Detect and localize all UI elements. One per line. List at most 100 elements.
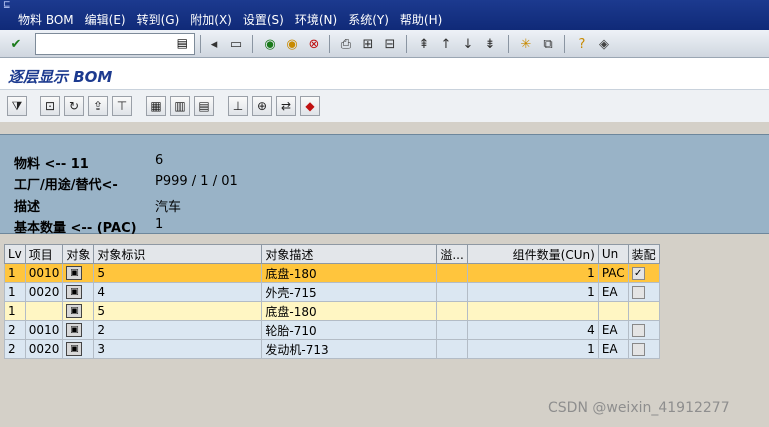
column-header-object-desc[interactable]: 对象描述: [261, 244, 438, 264]
column-header-unit[interactable]: Un: [597, 244, 629, 264]
help-icon[interactable]: ?: [572, 34, 592, 54]
table-row[interactable]: 1 ▣ 5 底盘-180: [4, 301, 660, 321]
exit-icon[interactable]: ◉: [282, 34, 302, 54]
base-quantity-value: 1: [155, 217, 164, 232]
navigate-icon[interactable]: ⇄: [276, 96, 296, 116]
cell-unit: [597, 301, 629, 321]
material-object-icon[interactable]: ▣: [66, 304, 83, 319]
choose-icon[interactable]: ⊡: [40, 96, 60, 116]
save-icon[interactable]: ▭: [226, 34, 246, 54]
dropdown-icon[interactable]: ▤: [177, 36, 188, 50]
cell-item: [24, 301, 64, 321]
table-row[interactable]: 1 0010 ▣ 5 底盘-180 1 PAC ✓: [4, 263, 660, 283]
material-object-icon[interactable]: ▣: [66, 323, 83, 338]
next-page-icon[interactable]: ↓: [458, 34, 478, 54]
menu-material-bom[interactable]: 物料 BOM: [18, 11, 74, 28]
cell-unit: EA: [597, 339, 629, 359]
columns-icon[interactable]: ▥: [170, 96, 190, 116]
refresh-icon[interactable]: ↻: [64, 96, 84, 116]
cell-item: 0010: [24, 263, 64, 283]
cell-lv: 2: [4, 339, 26, 359]
cell-object-id: 3: [93, 339, 263, 359]
zoom-icon[interactable]: ⊕: [252, 96, 272, 116]
filter-icon[interactable]: ⧩: [7, 96, 27, 116]
system-menu-icon[interactable]: ⊑: [3, 0, 11, 10]
menu-system[interactable]: 系统(Y): [348, 11, 389, 28]
command-field[interactable]: ▤: [35, 33, 195, 55]
cell-item: 0020: [24, 282, 64, 302]
standard-toolbar: ✔ ▤ ◂ ▭ ◉ ◉ ⊗ ⎙ ⊞ ⊟ ⇞ ↑ ↓ ⇟ ✳ ⧉ ? ◈: [0, 30, 769, 58]
hierarchy-icon[interactable]: ⊥: [228, 96, 248, 116]
cell-object: ▣: [62, 320, 95, 340]
customize-icon[interactable]: ◈: [594, 34, 614, 54]
menu-help[interactable]: 帮助(H): [400, 11, 442, 28]
ok-icon[interactable]: ✔: [6, 34, 26, 54]
table-header-row: Lv 项目 对象 对象标识 对象描述 溢... 组件数量(CUn) Un 装配: [4, 244, 660, 264]
cancel-icon[interactable]: ⊗: [304, 34, 324, 54]
toolbar-separator: [200, 35, 201, 53]
assembly-checkbox[interactable]: [631, 343, 645, 356]
new-session-icon[interactable]: ✳: [516, 34, 536, 54]
material-object-icon[interactable]: ▣: [66, 342, 83, 357]
export-icon[interactable]: ⇪: [88, 96, 108, 116]
menu-settings[interactable]: 设置(S): [243, 11, 284, 28]
column-header-object-id[interactable]: 对象标识: [93, 244, 263, 264]
application-toolbar: ⧩ ⊡ ↻ ⇪ ⊤ ▦ ▥ ▤ ⊥ ⊕ ⇄ ◆: [0, 90, 769, 122]
cell-quantity: 4: [466, 320, 599, 340]
back-icon[interactable]: ◉: [260, 34, 280, 54]
layout-icon[interactable]: ⊤: [112, 96, 132, 116]
assembly-checkbox[interactable]: [631, 324, 645, 337]
menu-goto[interactable]: 转到(G): [137, 11, 180, 28]
cell-item: 0020: [24, 339, 64, 359]
table-row[interactable]: 1 0020 ▣ 4 外壳-715 1 EA: [4, 282, 660, 302]
toolbar-separator: [508, 35, 509, 53]
column-header-object[interactable]: 对象: [62, 244, 95, 264]
structure-icon[interactable]: ▤: [194, 96, 214, 116]
column-header-item[interactable]: 项目: [24, 244, 64, 264]
last-page-icon[interactable]: ⇟: [480, 34, 500, 54]
back-nav-icon[interactable]: ◂: [204, 34, 224, 54]
column-header-assembly[interactable]: 装配: [627, 244, 660, 264]
table-row[interactable]: 2 0010 ▣ 2 轮胎-710 4 EA: [4, 320, 660, 340]
find-next-icon[interactable]: ⊟: [380, 34, 400, 54]
print-icon[interactable]: ⎙: [336, 34, 356, 54]
cell-object: ▣: [62, 263, 95, 283]
title-bar: 逐层显示 BOM: [0, 58, 769, 90]
cell-overflow: [436, 301, 468, 321]
prev-page-icon[interactable]: ↑: [436, 34, 456, 54]
cell-quantity: [466, 301, 599, 321]
cell-lv: 1: [4, 301, 26, 321]
column-header-overflow[interactable]: 溢...: [436, 244, 468, 264]
shortcut-icon[interactable]: ⧉: [538, 34, 558, 54]
toolbar-separator: [252, 35, 253, 53]
cell-quantity: 1: [466, 282, 599, 302]
cell-object-desc: 发动机-713: [261, 339, 438, 359]
table-row[interactable]: 2 0020 ▣ 3 发动机-713 1 EA: [4, 339, 660, 359]
material-object-icon[interactable]: ▣: [66, 285, 83, 300]
cell-object: ▣: [62, 282, 95, 302]
toolbar-separator: [329, 35, 330, 53]
command-input[interactable]: [36, 34, 176, 54]
table-icon[interactable]: ▦: [146, 96, 166, 116]
column-header-lv[interactable]: Lv: [4, 244, 26, 264]
page-title: 逐层显示 BOM: [8, 68, 113, 86]
base-quantity-label: 基本数量 <-- (PAC): [14, 221, 137, 236]
material-object-icon[interactable]: ▣: [66, 266, 83, 281]
assembly-checkbox[interactable]: [631, 286, 645, 299]
menu-edit[interactable]: 编辑(E): [85, 11, 126, 28]
bom-table: Lv 项目 对象 对象标识 对象描述 溢... 组件数量(CUn) Un 装配 …: [4, 244, 660, 359]
first-page-icon[interactable]: ⇞: [414, 34, 434, 54]
menu-environment[interactable]: 环境(N): [295, 11, 337, 28]
description-label: 描述: [14, 200, 41, 215]
graphic-icon[interactable]: ◆: [300, 96, 320, 116]
menu-extras[interactable]: 附加(X): [190, 11, 232, 28]
cell-object-id: 5: [93, 301, 263, 321]
cell-quantity: 1: [466, 339, 599, 359]
material-label: 物料 <-- 11: [14, 157, 89, 172]
cell-object-desc: 外壳-715: [261, 282, 438, 302]
column-header-quantity[interactable]: 组件数量(CUn): [466, 244, 599, 264]
assembly-checkbox[interactable]: ✓: [631, 267, 645, 280]
plant-label: 工厂/用途/替代<-: [14, 178, 118, 193]
cell-overflow: [436, 282, 468, 302]
find-icon[interactable]: ⊞: [358, 34, 378, 54]
